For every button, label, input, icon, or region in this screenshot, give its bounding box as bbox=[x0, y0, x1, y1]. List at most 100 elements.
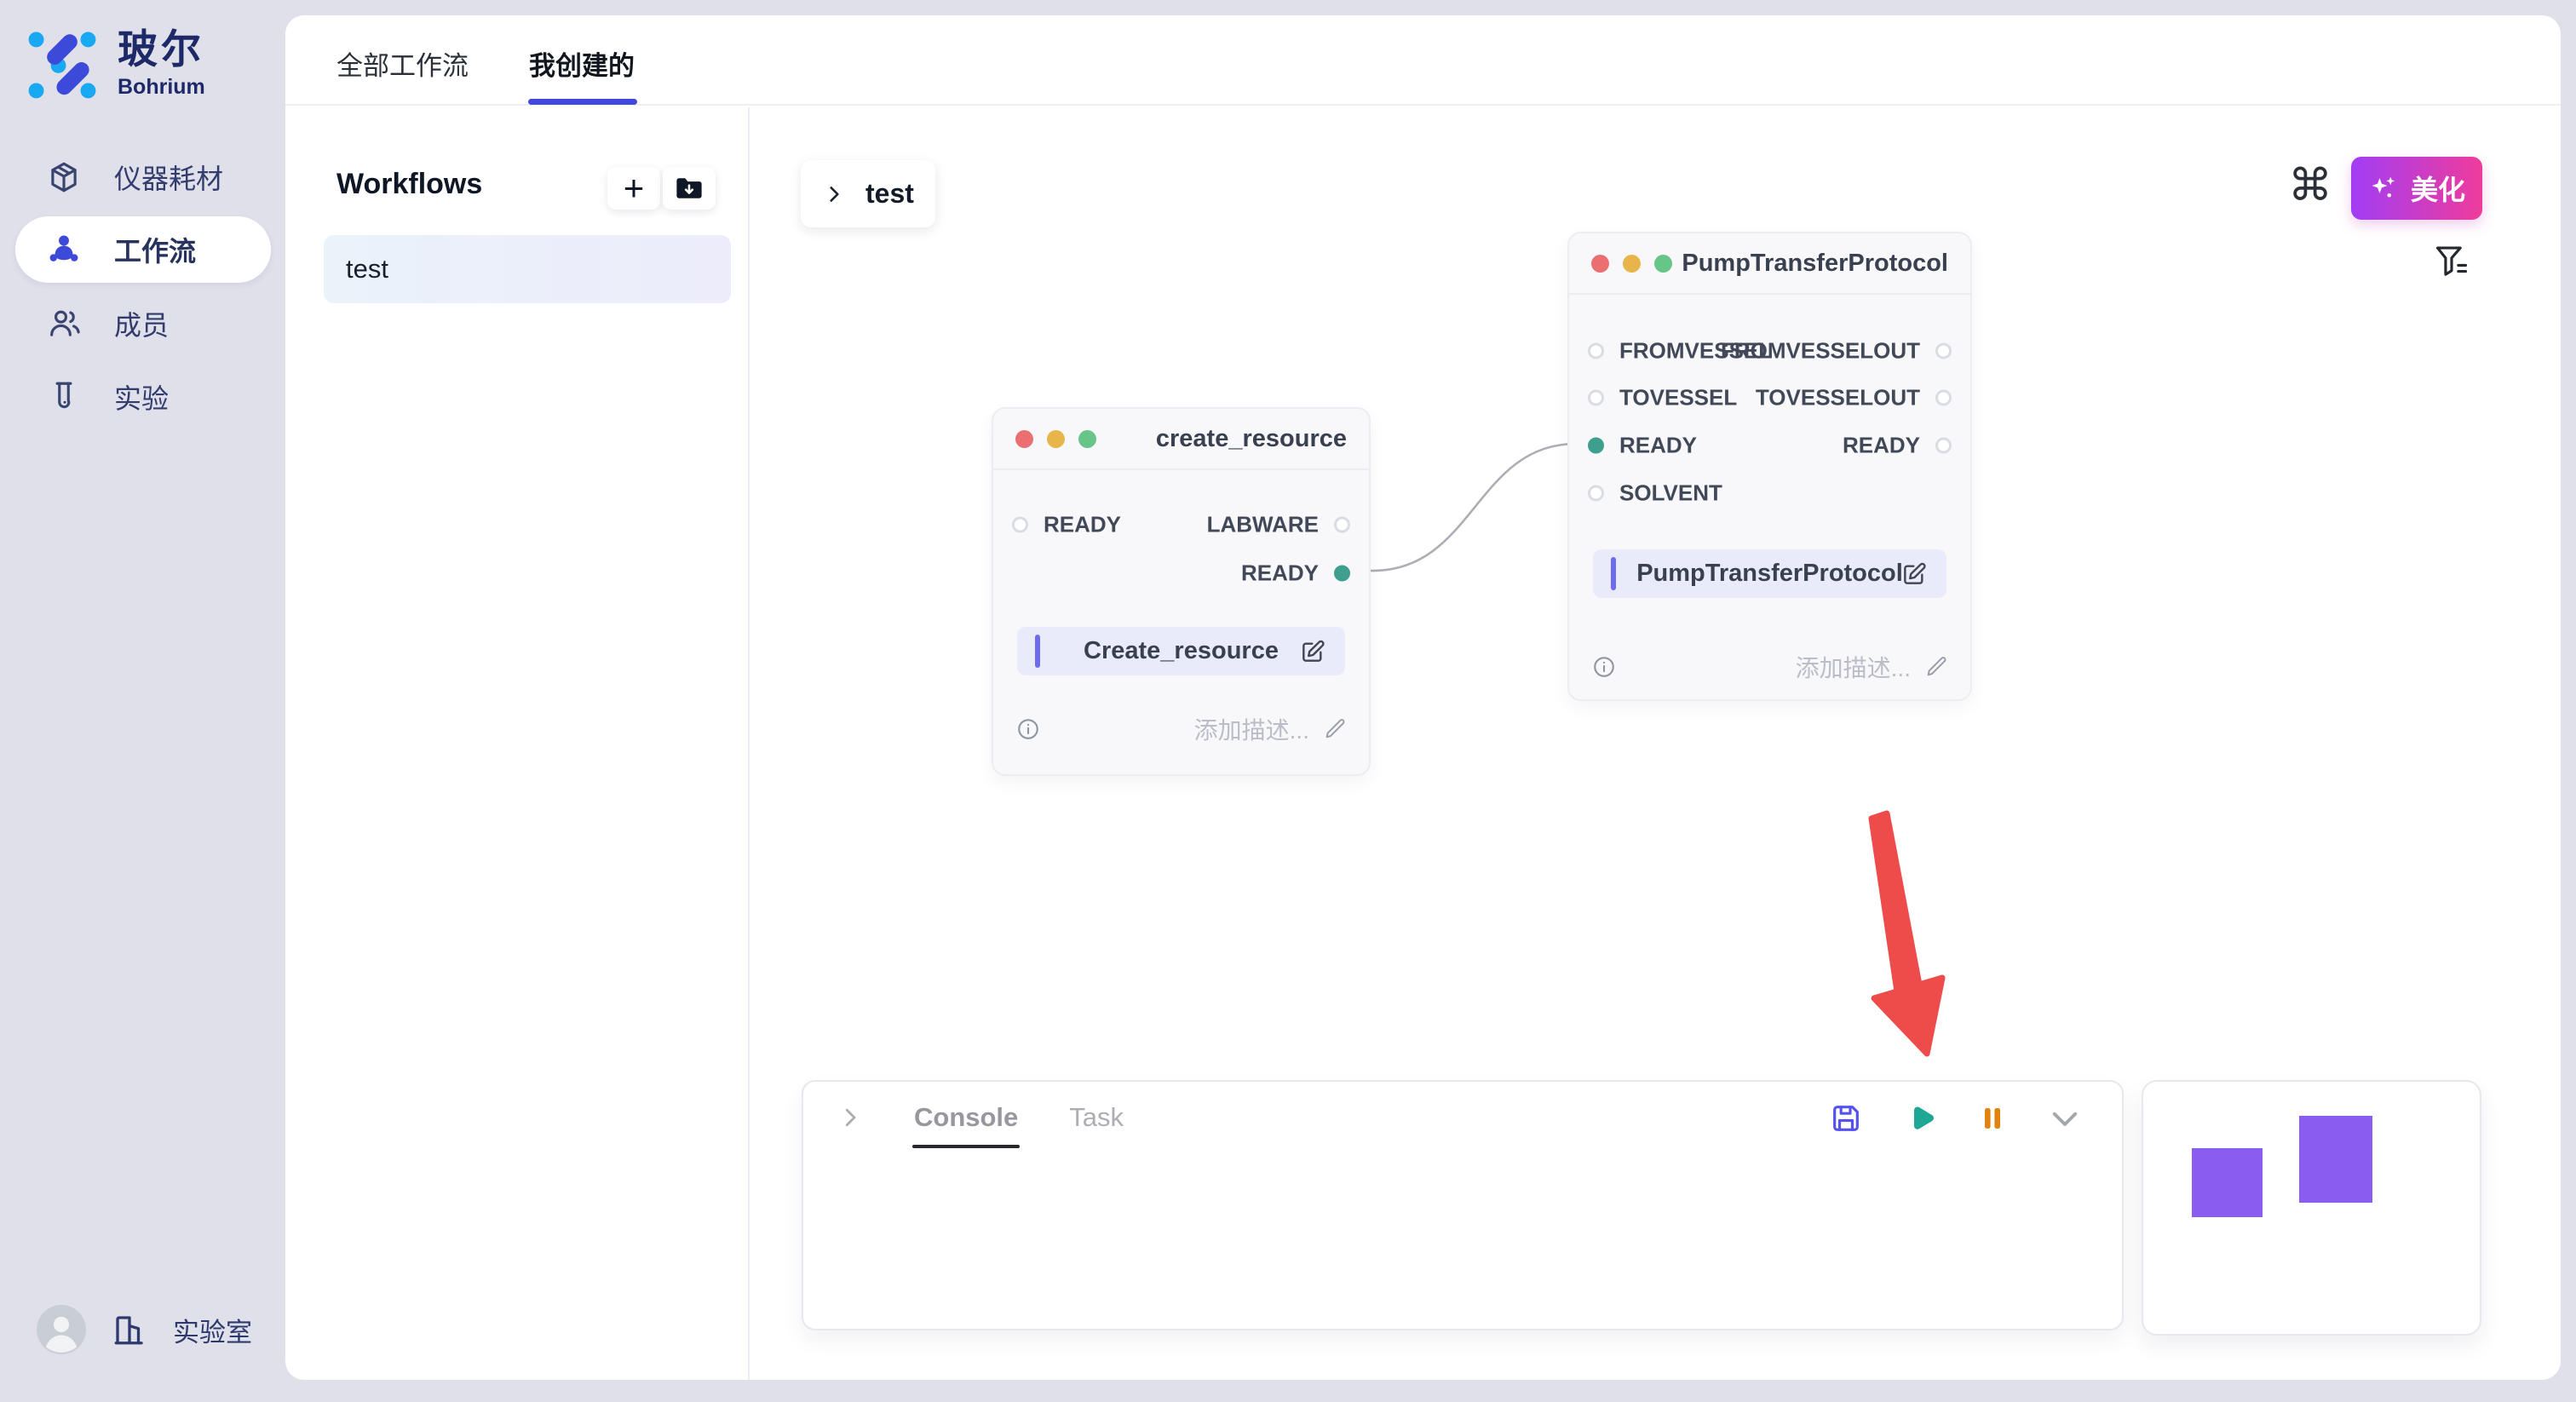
tab-all-workflows[interactable]: 全部工作流 bbox=[336, 44, 469, 83]
port-circle[interactable] bbox=[1012, 517, 1028, 533]
port-output-ready[interactable]: READY bbox=[1241, 560, 1350, 587]
node-pump-transfer-protocol[interactable]: PumpTransferProtocol FROMVESSEL FROMVESS… bbox=[1567, 232, 1972, 701]
pencil-icon[interactable] bbox=[1924, 655, 1948, 679]
port-circle[interactable] bbox=[1588, 343, 1604, 359]
beautify-label: 美化 bbox=[2411, 169, 2465, 208]
dot-green-icon bbox=[1654, 255, 1672, 273]
port-circle-connected[interactable] bbox=[1588, 438, 1604, 454]
active-tab-underline bbox=[528, 99, 637, 105]
port-circle[interactable] bbox=[1334, 517, 1350, 533]
node-action-button[interactable]: PumpTransferProtocol bbox=[1593, 549, 1946, 598]
sidebar-item-experiments[interactable]: 实验 bbox=[15, 363, 271, 431]
sparkles-icon bbox=[2368, 173, 2399, 204]
lab-switcher[interactable]: 实验室 bbox=[173, 1311, 252, 1349]
port-label: LABWARE bbox=[1207, 512, 1319, 538]
sidebar-item-label: 实验 bbox=[114, 377, 169, 417]
breadcrumb[interactable]: test bbox=[801, 160, 935, 227]
description-placeholder[interactable]: 添加描述... bbox=[1796, 650, 1911, 684]
node-footer: 添加描述... bbox=[1591, 648, 1948, 686]
plus-icon: + bbox=[624, 170, 645, 206]
tab-console-label: Console bbox=[914, 1102, 1018, 1132]
edit-square-icon[interactable] bbox=[1299, 638, 1326, 665]
action-accent-bar bbox=[1035, 635, 1040, 668]
port-label: TOVESSELOUT bbox=[1756, 385, 1920, 411]
port-label: TOVESSEL bbox=[1619, 385, 1737, 411]
port-input-tovessel[interactable]: TOVESSEL bbox=[1588, 385, 1737, 411]
avatar[interactable] bbox=[37, 1305, 86, 1354]
port-circle[interactable] bbox=[1935, 343, 1952, 359]
console-tab-underline bbox=[912, 1145, 1020, 1148]
breadcrumb-label: test bbox=[865, 178, 914, 210]
action-label: PumpTransferProtocol bbox=[1593, 560, 1946, 588]
port-label: FROMVESSELOUT bbox=[1721, 338, 1920, 365]
node-title: create_resource bbox=[1156, 425, 1347, 453]
bohrium-logo-icon bbox=[26, 28, 99, 101]
node-footer: 添加描述... bbox=[1015, 710, 1347, 748]
console-toolbar bbox=[1829, 1100, 2083, 1136]
tab-my-created[interactable]: 我创建的 bbox=[529, 44, 635, 83]
workflow-item-label: test bbox=[346, 254, 388, 284]
sidebar-item-instruments[interactable]: 仪器耗材 bbox=[15, 143, 271, 211]
port-output-fromvesselout[interactable]: FROMVESSELOUT bbox=[1721, 338, 1952, 365]
sidebar-footer: 实验室 bbox=[37, 1305, 252, 1354]
port-circle-connected[interactable] bbox=[1334, 566, 1350, 582]
port-input-solvent[interactable]: SOLVENT bbox=[1588, 480, 1722, 507]
chevron-down-icon[interactable] bbox=[2047, 1100, 2083, 1136]
sidebar-item-label: 成员 bbox=[114, 304, 169, 343]
port-output-tovesselout[interactable]: TOVESSELOUT bbox=[1756, 385, 1952, 411]
save-icon[interactable] bbox=[1829, 1101, 1863, 1135]
node-header: PumpTransferProtocol bbox=[1569, 233, 1970, 295]
command-palette-icon[interactable]: ⌘ bbox=[2288, 164, 2332, 208]
description-placeholder[interactable]: 添加描述... bbox=[1194, 712, 1309, 746]
action-label: Create_resource bbox=[1017, 637, 1345, 665]
minimap-node-pump-transfer bbox=[2299, 1116, 2372, 1203]
port-circle[interactable] bbox=[1935, 390, 1952, 406]
port-output-ready[interactable]: READY bbox=[1843, 433, 1952, 459]
box-icon bbox=[46, 159, 82, 195]
filter-icon[interactable] bbox=[2433, 242, 2470, 279]
port-label: SOLVENT bbox=[1619, 480, 1722, 507]
port-input-ready[interactable]: READY bbox=[1588, 433, 1697, 459]
tab-task[interactable]: Task bbox=[1069, 1102, 1124, 1133]
workspace-tabs-header: 全部工作流 我创建的 bbox=[285, 15, 2561, 106]
port-circle[interactable] bbox=[1588, 486, 1604, 502]
members-icon bbox=[46, 306, 82, 342]
brand-logo: 玻尔 Bohrium bbox=[26, 28, 205, 101]
brand-name-zh: 玻尔 bbox=[118, 28, 205, 70]
port-input-ready[interactable]: READY bbox=[1012, 512, 1121, 538]
sidebar-item-workflows[interactable]: 工作流 bbox=[15, 216, 271, 283]
collapse-chevron-right-icon[interactable] bbox=[837, 1105, 863, 1130]
info-icon[interactable] bbox=[1591, 654, 1617, 680]
port-label: READY bbox=[1241, 560, 1319, 587]
pause-icon[interactable] bbox=[1977, 1103, 2008, 1134]
brand-name-en: Bohrium bbox=[118, 75, 205, 100]
node-action-button[interactable]: Create_resource bbox=[1017, 627, 1345, 675]
beautify-button[interactable]: 美化 bbox=[2351, 157, 2482, 220]
edit-square-icon[interactable] bbox=[1900, 560, 1928, 588]
bohrium-workflow-app: 玻尔 Bohrium 仪器耗材 工作流 bbox=[0, 0, 2576, 1402]
minimap[interactable] bbox=[2142, 1080, 2481, 1336]
info-icon[interactable] bbox=[1015, 716, 1041, 742]
brand-text: 玻尔 Bohrium bbox=[118, 28, 205, 100]
pencil-icon[interactable] bbox=[1323, 717, 1347, 741]
folder-download-icon bbox=[674, 175, 704, 202]
port-output-labware[interactable]: LABWARE bbox=[1207, 512, 1350, 538]
port-circle[interactable] bbox=[1588, 390, 1604, 406]
node-create-resource[interactable]: create_resource READY LABWARE READY Crea… bbox=[992, 407, 1371, 776]
people-icon bbox=[46, 232, 82, 267]
tab-console[interactable]: Console bbox=[914, 1102, 1018, 1133]
chevron-right-icon bbox=[823, 183, 845, 205]
import-folder-button[interactable] bbox=[663, 167, 716, 210]
sidebar-item-members[interactable]: 成员 bbox=[15, 290, 271, 358]
node-header-dots bbox=[1591, 255, 1672, 273]
workflow-list-item-test[interactable]: test bbox=[324, 235, 731, 303]
dot-green-icon bbox=[1078, 430, 1096, 448]
port-circle[interactable] bbox=[1935, 438, 1952, 454]
dot-yellow-icon bbox=[1623, 255, 1641, 273]
port-label: READY bbox=[1843, 433, 1920, 459]
run-play-icon[interactable] bbox=[1902, 1100, 1938, 1136]
panel-divider bbox=[748, 107, 750, 1380]
port-label: READY bbox=[1619, 433, 1697, 459]
dot-red-icon bbox=[1015, 430, 1033, 448]
add-workflow-button[interactable]: + bbox=[607, 167, 660, 210]
